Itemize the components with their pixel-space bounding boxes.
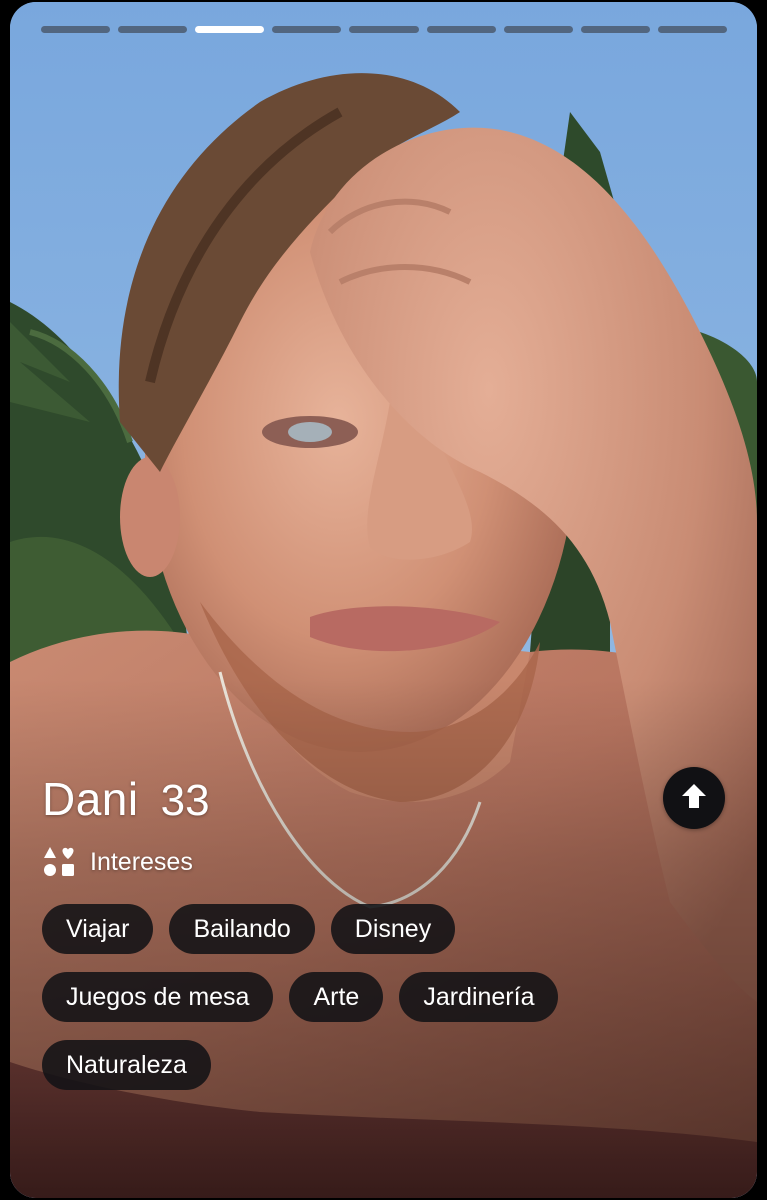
interest-chip[interactable]: Jardinería	[399, 972, 559, 1022]
progress-segment[interactable]	[426, 26, 496, 33]
shapes-icon	[42, 845, 76, 879]
interest-chip[interactable]: Disney	[330, 904, 456, 954]
interest-chip[interactable]: Juegos de mesa	[42, 972, 274, 1022]
progress-segment[interactable]	[580, 26, 650, 33]
progress-segment[interactable]	[118, 26, 188, 33]
progress-segment[interactable]	[272, 26, 342, 33]
name-age-row: Dani 33	[42, 772, 732, 830]
arrow-up-icon	[679, 781, 709, 816]
interest-chip[interactable]: Arte	[289, 972, 384, 1022]
progress-segment[interactable]	[349, 26, 419, 33]
expand-profile-button[interactable]	[663, 767, 725, 829]
progress-segment[interactable]	[41, 26, 111, 33]
interest-chip[interactable]: Viajar	[42, 904, 154, 954]
interest-chip[interactable]: Naturaleza	[42, 1040, 211, 1090]
interests-label: Intereses	[90, 847, 193, 876]
progress-segment[interactable]	[503, 26, 573, 33]
interest-chip[interactable]: Bailando	[169, 904, 315, 954]
interests-header: Intereses	[42, 842, 732, 882]
progress-segment-active[interactable]	[195, 26, 265, 33]
profile-name: Dani	[42, 773, 139, 825]
profile-card[interactable]: Dani 33 Intereses Viajar Bailando Disney…	[10, 2, 757, 1198]
profile-info: Dani 33 Intereses Viajar Bailando Disney…	[42, 772, 732, 1090]
photo-progress-indicator	[41, 26, 727, 33]
interest-chips: Viajar Bailando Disney Juegos de mesa Ar…	[42, 904, 642, 1090]
profile-age: 33	[160, 776, 210, 825]
progress-segment[interactable]	[657, 26, 727, 33]
